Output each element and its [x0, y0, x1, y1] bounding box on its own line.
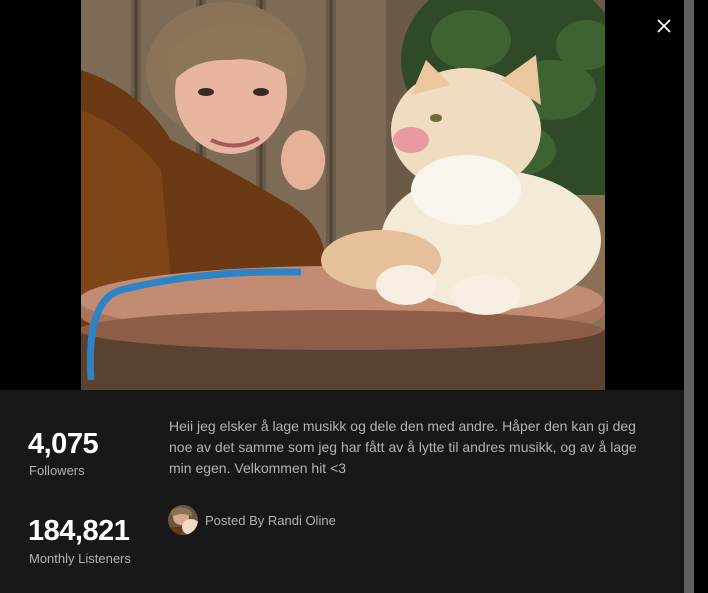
monthly-listeners-count: 184,821 — [28, 515, 130, 547]
followers-label: Followers — [29, 463, 85, 478]
posted-by[interactable]: Posted By Randi Oline — [168, 505, 336, 535]
artist-about-modal: 4,075 Followers 184,821 Monthly Listener… — [0, 0, 684, 593]
followers-count: 4,075 — [28, 428, 99, 460]
artist-photo — [81, 0, 605, 390]
scrollbar-thumb[interactable] — [684, 0, 694, 593]
artist-bio: Heii jeg elsker å lage musikk og dele de… — [169, 418, 637, 476]
photo-area — [0, 0, 684, 390]
close-button[interactable] — [652, 14, 676, 38]
scrollbar[interactable] — [684, 0, 708, 593]
monthly-listeners-label: Monthly Listeners — [29, 551, 131, 566]
posted-by-label: Posted By Randi Oline — [205, 512, 336, 528]
about-info-panel: 4,075 Followers 184,821 Monthly Listener… — [0, 390, 684, 593]
avatar — [168, 505, 198, 535]
close-icon — [657, 19, 671, 33]
